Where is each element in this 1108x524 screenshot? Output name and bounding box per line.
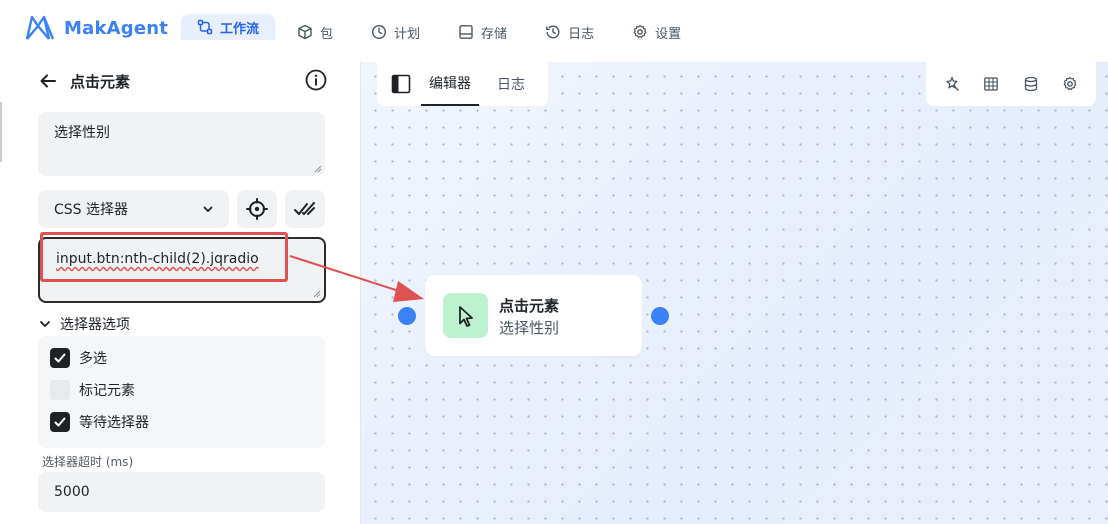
main-nav: 工作流 包 计划 存储 日志 设置	[181, 14, 697, 50]
nav-workflow[interactable]: 工作流	[181, 14, 276, 40]
double-check-icon	[294, 202, 315, 215]
selector-type-select[interactable]: CSS 选择器	[38, 190, 229, 228]
tab-logs-label: 日志	[497, 77, 525, 93]
top-bar: MakAgent 工作流 包 计划 存储 日志 设置	[0, 0, 1108, 62]
history-icon	[546, 25, 560, 39]
tab-editor-label: 编辑器	[429, 76, 471, 92]
sidebar-toggle-icon[interactable]	[391, 74, 411, 94]
nav-workflow-label: 工作流	[220, 21, 260, 37]
chevron-down-icon	[40, 321, 50, 327]
info-icon[interactable]	[304, 68, 328, 92]
app-logo[interactable]: MakAgent	[24, 14, 168, 42]
selector-options-card: 多选 标记元素 等待选择器	[38, 336, 325, 448]
nav-logs[interactable]: 日志	[529, 14, 610, 50]
gear-icon[interactable]	[1062, 76, 1078, 92]
tab-logs[interactable]: 日志	[489, 62, 533, 106]
timeout-input[interactable]: 5000	[38, 472, 325, 512]
checkbox-checked[interactable]	[50, 412, 70, 432]
workflow-icon	[197, 19, 213, 35]
node-icon-badge	[443, 293, 488, 338]
node-title: 点击元素	[499, 297, 560, 315]
check-icon	[54, 417, 66, 427]
table-icon[interactable]	[983, 76, 999, 92]
nav-schedule-label: 计划	[394, 26, 421, 42]
nav-storage-label: 存储	[481, 26, 508, 42]
node-subtitle: 选择性别	[499, 319, 560, 337]
selector-type-value: CSS 选择器	[54, 202, 128, 218]
magic-icon[interactable]	[944, 76, 960, 92]
chevron-down-icon	[203, 206, 213, 212]
description-text: 选择性别	[54, 125, 110, 141]
verify-selector-button[interactable]	[285, 190, 325, 228]
gear-icon	[633, 24, 647, 39]
panel-title: 点击元素	[70, 72, 131, 91]
panel-edge-handle	[0, 102, 2, 162]
editor-tabs: 编辑器 日志	[377, 62, 548, 106]
app-name: MakAgent	[64, 17, 169, 39]
back-arrow-icon[interactable]	[38, 71, 58, 91]
package-icon	[298, 24, 312, 40]
nav-storage[interactable]: 存储	[442, 14, 523, 50]
storage-icon	[459, 25, 473, 39]
crosshair-icon	[246, 198, 268, 220]
nav-package[interactable]: 包	[281, 14, 349, 50]
clock-icon	[372, 24, 387, 40]
nav-schedule[interactable]: 计划	[355, 14, 436, 50]
node-output-port[interactable]	[651, 307, 669, 325]
option-multiple[interactable]: 多选	[50, 348, 107, 368]
timeout-label: 选择器超时 (ms)	[42, 455, 134, 469]
selector-type-row: CSS 选择器	[38, 190, 325, 228]
node-input-port[interactable]	[398, 307, 416, 325]
check-icon	[54, 353, 66, 363]
checkbox-checked[interactable]	[50, 348, 70, 368]
nav-settings-label: 设置	[655, 26, 682, 42]
checkbox-unchecked[interactable]	[50, 380, 70, 400]
panel-header: 点击元素	[38, 66, 328, 96]
editor-toolbar	[926, 62, 1096, 106]
nav-settings[interactable]: 设置	[616, 14, 697, 50]
cursor-icon	[458, 305, 473, 327]
option-mark-element[interactable]: 标记元素	[50, 380, 135, 400]
option-label: 多选	[79, 351, 107, 367]
timeout-value: 5000	[54, 484, 90, 500]
annotation-highlight-box	[40, 232, 288, 282]
option-label: 标记元素	[79, 383, 135, 399]
logo-icon	[25, 15, 55, 40]
database-icon[interactable]	[1023, 76, 1039, 92]
nav-logs-label: 日志	[568, 26, 595, 42]
selector-options-toggle[interactable]: 选择器选项	[38, 314, 130, 334]
option-wait-selector[interactable]: 等待选择器	[50, 412, 149, 432]
block-settings-panel: 点击元素 选择性别 CSS 选择器 input.btn:nth-child(2)…	[0, 62, 360, 524]
option-label: 等待选择器	[79, 415, 149, 431]
resize-grip-icon[interactable]	[314, 165, 322, 173]
click-element-node[interactable]: 点击元素 选择性别	[425, 275, 642, 356]
workflow-canvas[interactable]: 编辑器 日志 点击元素 选择性别	[360, 62, 1108, 524]
pick-element-button[interactable]	[237, 190, 277, 228]
selector-options-heading: 选择器选项	[60, 317, 130, 333]
description-textarea[interactable]: 选择性别	[38, 112, 325, 176]
tab-editor[interactable]: 编辑器	[421, 62, 479, 106]
resize-grip-icon[interactable]	[313, 290, 321, 298]
nav-package-label: 包	[320, 26, 334, 42]
